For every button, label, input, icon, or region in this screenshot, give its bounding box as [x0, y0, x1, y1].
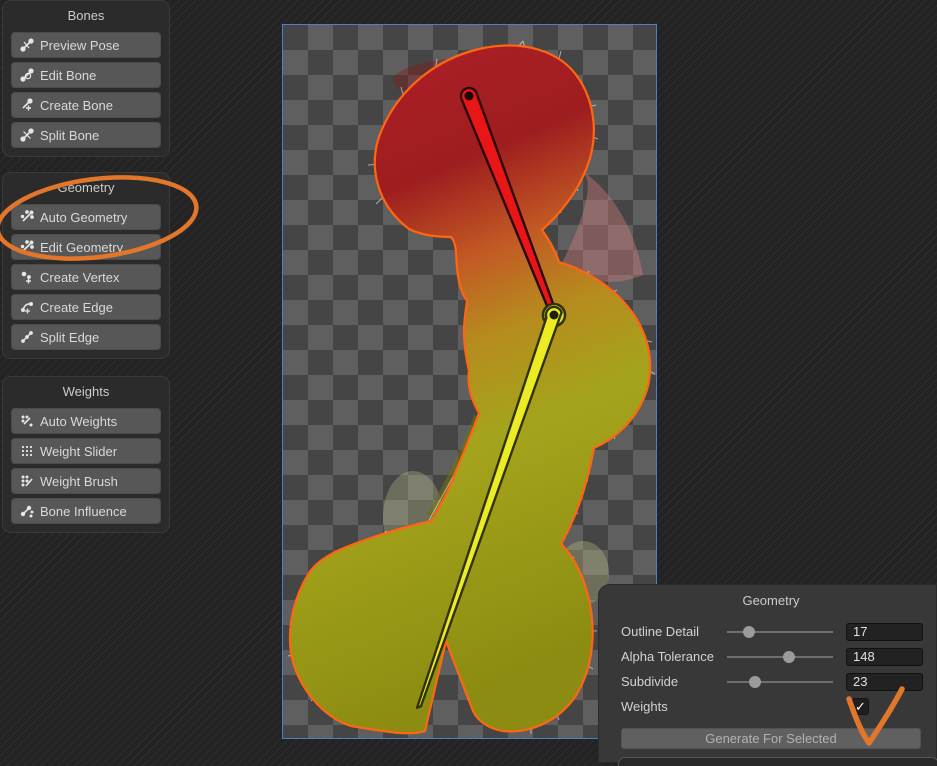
next-panel-top-edge	[618, 757, 937, 766]
alpha-tolerance-value-field[interactable]	[846, 648, 923, 666]
weight-brush-icon	[18, 474, 35, 489]
button-label: Preview Pose	[40, 38, 119, 53]
button-label: Weight Slider	[40, 444, 117, 459]
geometry-tools-panel: Geometry Auto Geometry Edit Geometry Cre…	[2, 172, 170, 359]
auto-geometry-icon	[18, 210, 35, 225]
weights-checkbox-label: Weights	[621, 699, 727, 714]
button-label: Create Edge	[40, 300, 113, 315]
auto-weights-icon	[18, 414, 35, 429]
auto-weights-button[interactable]: Auto Weights	[11, 408, 161, 434]
preview-pose-button[interactable]: Preview Pose	[11, 32, 161, 58]
create-edge-icon	[18, 300, 35, 315]
split-edge-icon	[18, 330, 35, 345]
weights-row: Weights ✓	[621, 694, 921, 719]
subdivide-label: Subdivide	[621, 674, 727, 689]
slider-handle[interactable]	[783, 651, 795, 663]
subdivide-row: Subdivide	[621, 669, 921, 694]
edit-bone-button[interactable]: Edit Bone	[11, 62, 161, 88]
button-label: Create Vertex	[40, 270, 120, 285]
weight-slider-icon	[18, 444, 35, 459]
weight-brush-button[interactable]: Weight Brush	[11, 468, 161, 494]
alpha-tolerance-row: Alpha Tolerance	[621, 644, 921, 669]
slider-track	[727, 681, 833, 683]
geometry-panel-title: Geometry	[11, 180, 161, 195]
outline-detail-slider[interactable]	[727, 626, 833, 638]
create-vertex-icon	[18, 270, 35, 285]
button-label: Bone Influence	[40, 504, 127, 519]
slider-handle[interactable]	[749, 676, 761, 688]
subdivide-value-field[interactable]	[846, 673, 923, 691]
button-label: Weight Brush	[40, 474, 118, 489]
split-edge-button[interactable]: Split Edge	[11, 324, 161, 350]
preview-pose-icon	[18, 38, 35, 53]
weights-tools-panel: Weights Auto Weights Weight Slider Weigh…	[2, 376, 170, 533]
outline-detail-value-field[interactable]	[846, 623, 923, 641]
button-label: Split Edge	[40, 330, 99, 345]
edit-bone-icon	[18, 68, 35, 83]
button-label: Edit Bone	[40, 68, 96, 83]
outline-detail-row: Outline Detail	[621, 619, 921, 644]
button-label: Create Bone	[40, 98, 113, 113]
subdivide-slider[interactable]	[727, 676, 833, 688]
create-edge-button[interactable]: Create Edge	[11, 294, 161, 320]
weights-checkbox[interactable]: ✓	[852, 698, 869, 715]
split-bone-button[interactable]: Split Bone	[11, 122, 161, 148]
bones-panel-title: Bones	[11, 8, 161, 23]
split-bone-icon	[18, 128, 35, 143]
geometry-inspector-panel: Geometry Outline Detail Alpha Tolerance …	[598, 584, 937, 763]
alpha-tolerance-label: Alpha Tolerance	[621, 649, 727, 664]
button-label: Edit Geometry	[40, 240, 123, 255]
create-vertex-button[interactable]: Create Vertex	[11, 264, 161, 290]
button-label: Auto Geometry	[40, 210, 127, 225]
bone-influence-icon	[18, 504, 35, 519]
bones-panel: Bones Preview Pose Edit Bone Create Bone…	[2, 0, 170, 157]
button-label: Split Bone	[40, 128, 99, 143]
auto-geometry-button[interactable]: Auto Geometry	[11, 204, 161, 230]
edit-geometry-button[interactable]: Edit Geometry	[11, 234, 161, 260]
create-bone-icon	[18, 98, 35, 113]
bone-influence-button[interactable]: Bone Influence	[11, 498, 161, 524]
weight-slider-button[interactable]: Weight Slider	[11, 438, 161, 464]
outline-detail-label: Outline Detail	[621, 624, 727, 639]
weights-panel-title: Weights	[11, 384, 161, 399]
generate-for-selected-button[interactable]: Generate For Selected	[621, 728, 921, 749]
button-label: Auto Weights	[40, 414, 117, 429]
slider-track	[727, 656, 833, 658]
create-bone-button[interactable]: Create Bone	[11, 92, 161, 118]
inspector-title: Geometry	[621, 593, 921, 608]
edit-geometry-icon	[18, 240, 35, 255]
alpha-tolerance-slider[interactable]	[727, 651, 833, 663]
slider-handle[interactable]	[743, 626, 755, 638]
